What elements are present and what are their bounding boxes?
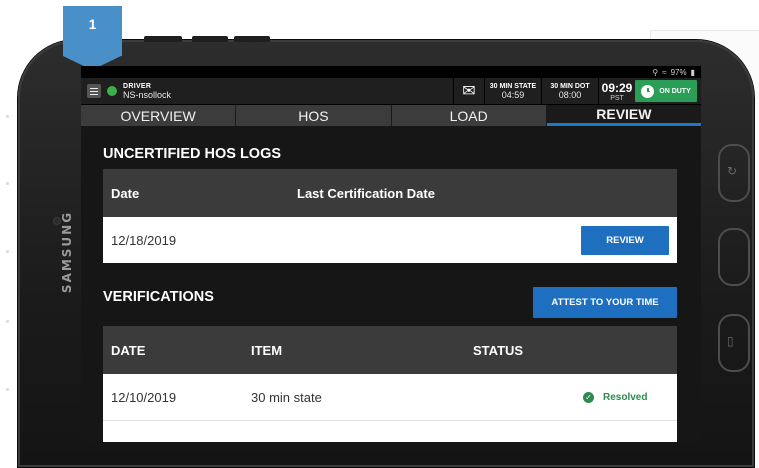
status-label: Resolved bbox=[603, 391, 648, 403]
step-badge: 1 bbox=[63, 6, 122, 70]
app-top-bar: DRIVER NS-nsollock ✉ 30 MIN STATE 04:59 … bbox=[81, 78, 701, 105]
verification-date: 12/10/2019 bbox=[111, 389, 177, 405]
duty-status-label: ON DUTY bbox=[659, 87, 691, 95]
timer-30-min-state[interactable]: 30 MIN STATE 04:59 bbox=[484, 78, 541, 104]
hardware-top-button bbox=[234, 36, 270, 42]
battery-icon: ▮ bbox=[690, 67, 695, 77]
timer-value: 04:59 bbox=[501, 89, 525, 100]
table-row bbox=[103, 420, 677, 442]
wifi-icon: ≈ bbox=[662, 67, 667, 77]
background-dot bbox=[6, 115, 9, 118]
driver-status-indicator bbox=[107, 86, 117, 96]
driver-info: DRIVER NS-nsollock bbox=[123, 78, 453, 104]
hardware-top-button bbox=[192, 36, 228, 42]
log-date: 12/18/2019 bbox=[111, 232, 177, 248]
tab-overview[interactable]: OVERVIEW bbox=[81, 105, 237, 126]
menu-icon-line bbox=[90, 93, 98, 95]
tab-bar: OVERVIEW HOS LOAD REVIEW bbox=[81, 105, 701, 126]
home-key[interactable] bbox=[718, 228, 750, 286]
tab-load[interactable]: LOAD bbox=[392, 105, 547, 126]
column-header-date: DATE bbox=[111, 342, 146, 358]
background-dot bbox=[6, 182, 9, 185]
location-icon: ⚲ bbox=[652, 67, 659, 77]
tab-review[interactable]: REVIEW bbox=[546, 105, 701, 126]
review-button[interactable]: REVIEW bbox=[581, 226, 669, 255]
uncertified-logs-title: UNCERTIFIED HOS LOGS bbox=[103, 146, 282, 162]
recent-apps-key[interactable]: ↻ bbox=[718, 144, 750, 202]
column-header-date: Date bbox=[111, 185, 140, 201]
menu-icon-line bbox=[90, 90, 98, 92]
brand-logo: SAMSUNG bbox=[60, 210, 74, 294]
review-content: UNCERTIFIED HOS LOGS Date Last Certifica… bbox=[81, 146, 701, 442]
timer-value: 08:00 bbox=[558, 89, 582, 100]
column-header-status: STATUS bbox=[473, 342, 524, 358]
driver-label: DRIVER bbox=[123, 82, 152, 90]
verifications-title: VERIFICATIONS bbox=[103, 289, 214, 305]
attest-time-button[interactable]: ATTEST TO YOUR TIME bbox=[533, 287, 677, 318]
background-dot bbox=[6, 250, 9, 253]
messages-button[interactable]: ✉ bbox=[453, 78, 484, 104]
verifications-table-header: DATE ITEM STATUS bbox=[103, 326, 677, 374]
clock-timezone: PST bbox=[610, 94, 624, 102]
tab-hos[interactable]: HOS bbox=[236, 105, 392, 126]
recent-apps-icon: ↻ bbox=[727, 164, 738, 178]
column-header-item: ITEM bbox=[251, 342, 283, 358]
step-number: 1 bbox=[88, 16, 97, 32]
envelope-icon: ✉ bbox=[462, 83, 476, 100]
status-badge: ✓ Resolved bbox=[583, 391, 648, 403]
verification-item: 30 min state bbox=[251, 389, 322, 405]
app-screen: ⚲ ≈ 97% ▮ DRIVER NS-nsollock ✉ 30 MIN ST… bbox=[81, 66, 701, 442]
table-row: 12/18/2019 REVIEW bbox=[103, 217, 677, 263]
timer-label: 30 MIN STATE bbox=[489, 82, 537, 90]
clock: 09:29 PST bbox=[598, 78, 635, 104]
timer-label: 30 MIN DOT bbox=[550, 82, 590, 90]
verifications-header-area: VERIFICATIONS ATTEST TO YOUR TIME bbox=[103, 263, 677, 326]
duty-status-button[interactable]: ON DUTY bbox=[635, 80, 697, 102]
driver-name: NS-nsollock bbox=[123, 89, 172, 100]
check-circle-icon: ✓ bbox=[583, 391, 594, 403]
android-status-bar: ⚲ ≈ 97% ▮ bbox=[81, 66, 701, 78]
uncertified-table-header: Date Last Certification Date bbox=[103, 169, 677, 217]
back-icon: ▯ bbox=[727, 334, 734, 348]
column-header-last-certification: Last Certification Date bbox=[297, 185, 435, 201]
background-dot bbox=[6, 388, 9, 391]
clock-time: 09:29 bbox=[601, 80, 633, 95]
clock-icon bbox=[641, 84, 655, 98]
back-key[interactable]: ▯ bbox=[718, 314, 750, 372]
menu-button[interactable] bbox=[87, 84, 101, 98]
timer-30-min-dot[interactable]: 30 MIN DOT 08:00 bbox=[541, 78, 598, 104]
hardware-top-button bbox=[144, 36, 182, 42]
table-row[interactable]: 12/10/2019 30 min state ✓ Resolved bbox=[103, 374, 677, 420]
menu-icon-line bbox=[90, 87, 98, 89]
background-dot bbox=[6, 320, 9, 323]
battery-percent: 97% bbox=[670, 67, 687, 77]
